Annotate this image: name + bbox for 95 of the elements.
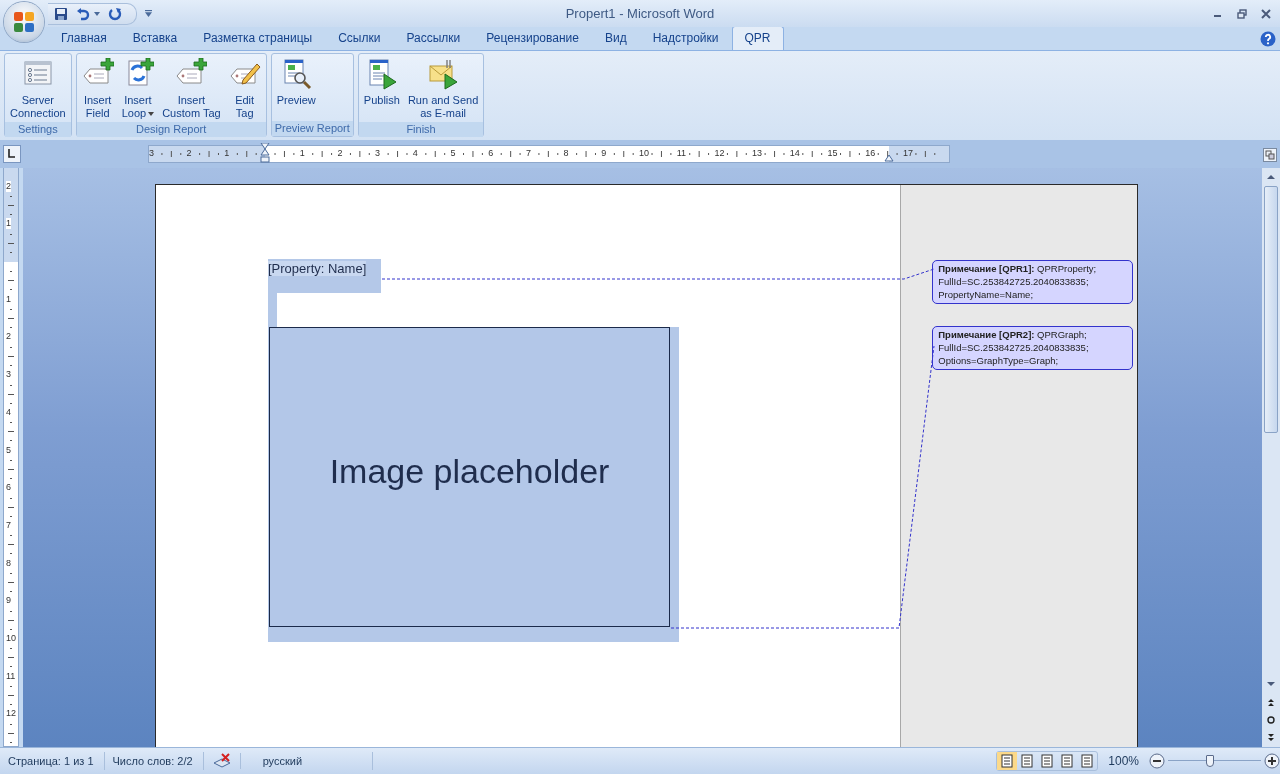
ruler-number: 15 [826,147,839,160]
group-label: Preview Report [271,121,353,136]
window-title: Propert1 - Microsoft Word [565,6,715,21]
ruler-number: 4 [6,406,11,418]
ruler-number: 5 [449,147,457,160]
ruler-number: 7 [524,147,532,160]
placeholder-label: Image placeholder [329,451,610,492]
zoom-out-icon[interactable] [1149,753,1165,769]
tick-marks-drawing [8,383,14,405]
ribbon-tab[interactable]: Рецензирование [473,26,592,50]
ribbon-tab[interactable]: QPR [731,26,784,50]
ribbon-button[interactable]: Insert Field [77,56,118,122]
ribbon-button[interactable]: Server Connection [6,56,70,122]
ruler-number: 10 [6,633,16,644]
tick-marks-drawing [8,496,14,518]
office-logo-icon [12,10,36,34]
tick-marks-drawing [8,647,14,669]
image-placeholder[interactable]: Image placeholder [269,327,670,627]
undo-icon[interactable] [76,6,90,21]
ruler-number: 9 [600,147,608,160]
language-indicator[interactable]: русский [240,752,374,770]
group-label: Finish [358,122,484,137]
tick-marks-drawing [8,534,14,556]
tab-selector-icon[interactable] [3,145,21,163]
zoom-level[interactable]: 100% [1108,754,1139,768]
spelling-error-icon[interactable] [211,753,232,769]
tick-marks-drawing [8,609,14,631]
caret-icon[interactable] [94,11,100,16]
tick-marks-drawing [8,232,14,254]
tick-marks-drawing [8,345,14,367]
tick-marks-drawing [8,195,14,216]
view-ruler-icon[interactable] [1263,148,1277,162]
customize-caret-icon[interactable] [145,10,152,17]
ruler-number: 11 [6,670,16,682]
tick-marks-drawing [8,421,14,443]
indent-marker-icon[interactable] [260,143,270,163]
tick-marks-drawing [8,572,14,593]
zoom-in-icon[interactable] [1264,753,1280,769]
ruler-number: 1 [298,147,306,160]
ribbon-button[interactable]: Publish [359,56,404,109]
ribbon-button[interactable]: Insert Loop [117,56,159,122]
right-indent-icon[interactable] [884,154,894,162]
group-label: Settings [5,122,71,137]
envelope-play-icon [427,58,460,90]
ribbon-tab[interactable]: Надстройки [639,26,732,50]
ribbon-button[interactable]: Preview [272,56,320,109]
tick-marks-drawing [8,458,14,480]
help-icon[interactable] [1260,30,1276,47]
ribbon-tab[interactable]: Рассылки [393,26,474,50]
ribbon-button[interactable]: Insert Custom Tag [158,56,225,122]
word-count[interactable]: Число слов: 2/2 [104,752,204,770]
ruler-number: 12 [713,147,726,160]
ruler-number: 13 [751,147,764,160]
ribbon-tab[interactable]: Вид [591,26,640,50]
comment-balloon[interactable]: Примечание [QPR2]: QPRGraph; FullId=SC.253842725.2040833835; Options=GraphType=Graph; [932,326,1134,370]
ribbon-tab[interactable]: Вставка [119,26,191,50]
ribbon-tab[interactable]: Разметка страницы [190,26,326,50]
tick-marks-drawing [8,270,14,292]
tick-marks-drawing [8,308,14,330]
ribbon-button[interactable]: Run and Send as E-mail [403,56,483,122]
ribbon-tab[interactable]: Главная [48,26,120,50]
ruler-number: 14 [788,147,801,160]
ruler-number: 16 [864,147,877,160]
ribbon-button[interactable]: Edit Tag [224,56,265,122]
close-icon[interactable] [1260,7,1272,20]
ruler-number: 6 [487,147,495,160]
ruler-number: 2 [6,180,11,192]
ruler-number: 8 [562,147,570,160]
scroll-thumb[interactable] [1264,186,1278,433]
restore-icon[interactable] [1236,7,1248,20]
page-count[interactable]: Страница: 1 из 1 [0,752,105,770]
comment-balloon[interactable]: Примечание [QPR1]: QPRProperty; FullId=SC.253842725.2040833835; PropertyName=Name; [932,260,1134,304]
tick-marks-drawing [8,722,14,744]
ruler-number: 17 [901,147,914,160]
redo-icon[interactable] [108,6,122,21]
ruler-number: 5 [6,444,11,456]
tick-marks-drawing [8,685,14,707]
caret-icon [148,111,155,116]
ribbon-tab[interactable]: Ссылки [325,26,394,50]
ruler-number: 11 [675,147,688,160]
ruler-number: 1 [6,218,11,230]
field-tag[interactable]: [Property: Name] [268,261,367,276]
ruler-number: 1 [223,147,231,160]
group-label: Design Report [76,122,266,137]
ruler-number: 4 [411,147,419,160]
ruler-number: 2 [185,147,193,160]
ruler-number: 10 [638,147,650,160]
print-layout-icon[interactable] [997,752,1018,770]
ruler-number: 1 [6,293,11,305]
ruler-number: 8 [6,557,11,569]
ruler-number: 3 [374,147,382,160]
ruler-number: 7 [6,519,11,531]
ruler-number: 2 [336,147,344,160]
ruler-number: 3 [147,147,155,160]
save-icon[interactable] [54,6,68,21]
